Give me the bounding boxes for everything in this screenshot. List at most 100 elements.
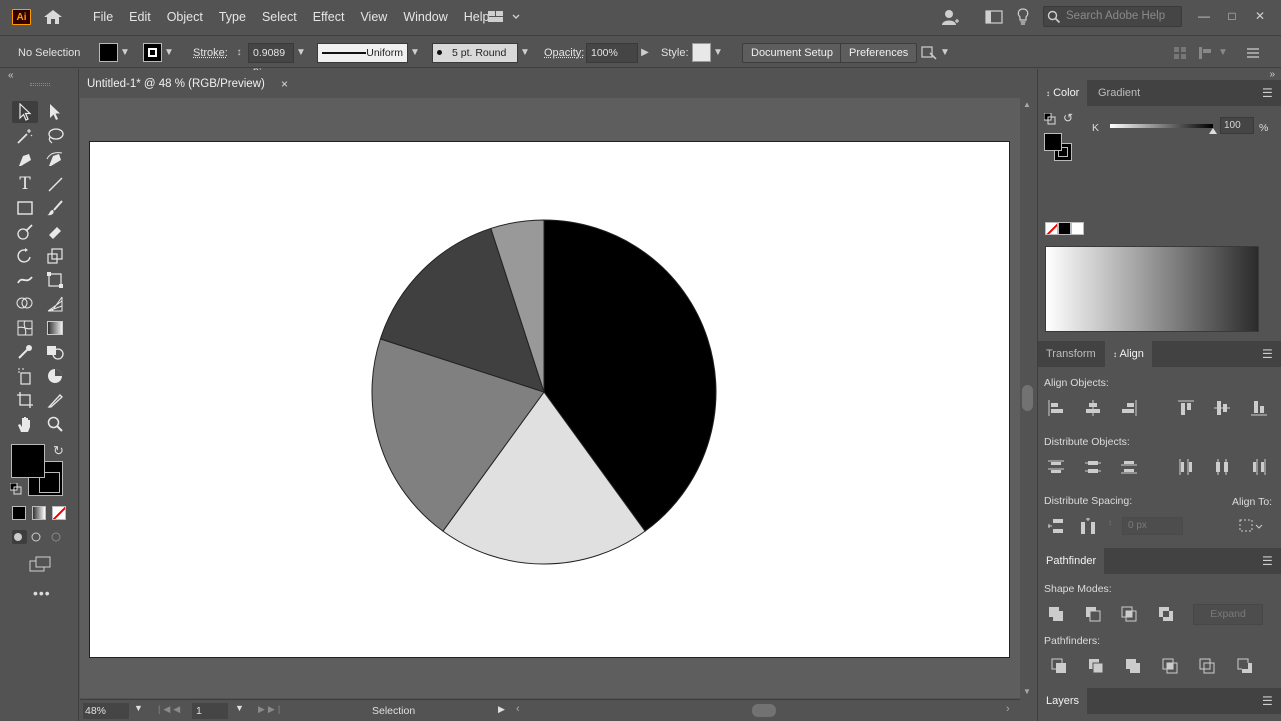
width-tool-icon[interactable] bbox=[12, 269, 38, 291]
slice-tool-icon[interactable] bbox=[42, 389, 68, 411]
user-account-icon[interactable] bbox=[940, 8, 960, 26]
chevron-down-icon[interactable]: ▼ bbox=[294, 46, 308, 60]
lasso-tool-icon[interactable] bbox=[42, 125, 68, 147]
k-slider-handle[interactable] bbox=[1209, 128, 1217, 134]
artboard-tool-icon[interactable] bbox=[12, 389, 38, 411]
color-mode-button[interactable] bbox=[12, 506, 26, 520]
unite-icon[interactable] bbox=[1047, 605, 1065, 623]
chevron-down-icon[interactable]: ▼ bbox=[408, 46, 422, 60]
expand-button[interactable]: Expand bbox=[1193, 604, 1263, 625]
paintbrush-tool-icon[interactable] bbox=[42, 197, 68, 219]
horizontal-scroll-thumb[interactable] bbox=[752, 704, 776, 717]
fill-swatch[interactable]: ▼ bbox=[99, 36, 132, 69]
layers-panel-menu-icon[interactable]: ☰ bbox=[1262, 688, 1274, 714]
vertical-distribute-top-icon[interactable] bbox=[1047, 458, 1065, 476]
menu-object[interactable]: Object bbox=[159, 10, 211, 24]
color-panel-menu-icon[interactable]: ☰ bbox=[1262, 80, 1274, 106]
selection-tool-icon[interactable] bbox=[12, 101, 38, 123]
menu-file[interactable]: File bbox=[85, 10, 121, 24]
color-spectrum[interactable] bbox=[1045, 246, 1259, 332]
horizontal-align-right-icon[interactable] bbox=[1120, 399, 1138, 417]
scroll-up-icon[interactable]: ▲ bbox=[1023, 100, 1031, 109]
horizontal-align-left-icon[interactable] bbox=[1047, 399, 1065, 417]
pie-graph-tool-icon[interactable] bbox=[42, 365, 68, 387]
screen-mode-icon[interactable] bbox=[29, 556, 51, 575]
magic-wand-tool-icon[interactable] bbox=[12, 125, 38, 147]
stepper-icon[interactable]: ↕ bbox=[232, 46, 246, 60]
stroke-stepper[interactable]: ↕ bbox=[232, 36, 246, 69]
fill-color-swatch[interactable] bbox=[11, 444, 45, 478]
collapse-panel-icon[interactable]: « bbox=[8, 70, 14, 81]
puppet-warp-icon[interactable]: ▼ bbox=[920, 36, 952, 69]
tab-layers[interactable]: Layers bbox=[1038, 688, 1087, 714]
k-slider[interactable] bbox=[1110, 124, 1213, 128]
minus-front-icon[interactable] bbox=[1084, 605, 1102, 623]
tab-pathfinder[interactable]: Pathfinder bbox=[1038, 548, 1104, 574]
menu-type[interactable]: Type bbox=[211, 10, 254, 24]
eraser-tool-icon[interactable] bbox=[42, 221, 68, 243]
rotate-tool-icon[interactable] bbox=[12, 245, 38, 267]
blend-tool-icon[interactable] bbox=[42, 341, 68, 363]
status-menu-icon[interactable]: ▶ bbox=[498, 704, 505, 715]
edit-toolbar-icon[interactable]: ••• bbox=[33, 585, 51, 601]
align-panel-menu-icon[interactable]: ☰ bbox=[1262, 341, 1274, 367]
minimize-icon[interactable]: — bbox=[1197, 9, 1211, 23]
scroll-right-icon[interactable]: › bbox=[1006, 703, 1010, 715]
swap-colors-icon[interactable]: ↺ bbox=[1063, 111, 1073, 125]
curvature-tool-icon[interactable] bbox=[42, 149, 68, 171]
scroll-down-icon[interactable]: ▼ bbox=[1023, 687, 1031, 696]
workspace-switcher-icon[interactable] bbox=[487, 9, 523, 25]
none-swatch[interactable] bbox=[1045, 222, 1058, 235]
menu-edit[interactable]: Edit bbox=[121, 10, 159, 24]
panel-grip[interactable] bbox=[30, 83, 50, 86]
horizontal-distribute-space-icon[interactable] bbox=[1079, 517, 1097, 535]
gradient-tool-icon[interactable] bbox=[42, 317, 68, 339]
chevron-down-icon[interactable]: ▼ bbox=[711, 46, 725, 60]
zoom-tool-icon[interactable] bbox=[42, 413, 68, 435]
lightbulb-icon[interactable] bbox=[1016, 8, 1030, 26]
align-grid-icon[interactable] bbox=[1173, 36, 1187, 69]
mesh-tool-icon[interactable] bbox=[12, 317, 38, 339]
collapse-dock-icon[interactable]: » bbox=[1269, 69, 1275, 80]
spacing-stepper-icon[interactable]: ↕ bbox=[1108, 518, 1112, 527]
search-input[interactable]: Search Adobe Help bbox=[1043, 6, 1182, 27]
horizontal-distribute-right-icon[interactable] bbox=[1250, 458, 1268, 476]
chevron-down-icon[interactable]: ▼ bbox=[518, 46, 532, 60]
intersect-icon[interactable] bbox=[1120, 605, 1138, 623]
hand-tool-icon[interactable] bbox=[12, 413, 38, 435]
horizontal-distribute-center-icon[interactable] bbox=[1213, 458, 1231, 476]
divide-icon[interactable] bbox=[1050, 657, 1068, 675]
arrange-icon[interactable]: ▼ bbox=[1198, 36, 1230, 69]
spacing-value-field[interactable]: 0 px bbox=[1122, 517, 1183, 535]
pathfinder-panel-menu-icon[interactable]: ☰ bbox=[1262, 548, 1274, 574]
menu-effect[interactable]: Effect bbox=[305, 10, 353, 24]
opacity-label[interactable]: Opacity: bbox=[544, 36, 584, 69]
preferences-button[interactable]: Preferences bbox=[840, 43, 917, 63]
chevron-down-icon[interactable]: ▼ bbox=[118, 46, 132, 60]
menu-select[interactable]: Select bbox=[254, 10, 305, 24]
vertical-align-top-icon[interactable] bbox=[1177, 399, 1195, 417]
artboard-number-field[interactable]: 1 bbox=[192, 703, 228, 719]
zoom-field[interactable]: 48% bbox=[83, 703, 129, 719]
artboard-dropdown-icon[interactable]: ▼ bbox=[235, 703, 244, 713]
scroll-left-icon[interactable]: ‹ bbox=[516, 703, 520, 715]
white-swatch[interactable] bbox=[1071, 222, 1084, 235]
horizontal-align-center-icon[interactable] bbox=[1084, 399, 1102, 417]
close-window-icon[interactable]: ✕ bbox=[1253, 9, 1267, 23]
black-swatch[interactable] bbox=[1058, 222, 1071, 235]
first-artboard-icon[interactable]: |◀◀ bbox=[158, 704, 183, 715]
pen-tool-icon[interactable] bbox=[12, 149, 38, 171]
shaper-tool-icon[interactable] bbox=[12, 221, 38, 243]
outline-icon[interactable] bbox=[1198, 657, 1216, 675]
symbol-sprayer-tool-icon[interactable] bbox=[12, 365, 38, 387]
home-icon[interactable] bbox=[43, 9, 63, 25]
minus-back-icon[interactable] bbox=[1236, 657, 1254, 675]
maximize-icon[interactable]: □ bbox=[1225, 9, 1239, 23]
menu-view[interactable]: View bbox=[352, 10, 395, 24]
pie-chart[interactable] bbox=[90, 142, 1011, 659]
merge-icon[interactable] bbox=[1124, 657, 1142, 675]
default-fill-stroke-icon[interactable] bbox=[10, 483, 22, 495]
gradient-mode-button[interactable] bbox=[32, 506, 46, 520]
rectangle-tool-icon[interactable] bbox=[12, 197, 38, 219]
zoom-dropdown-icon[interactable]: ▼ bbox=[134, 703, 143, 713]
